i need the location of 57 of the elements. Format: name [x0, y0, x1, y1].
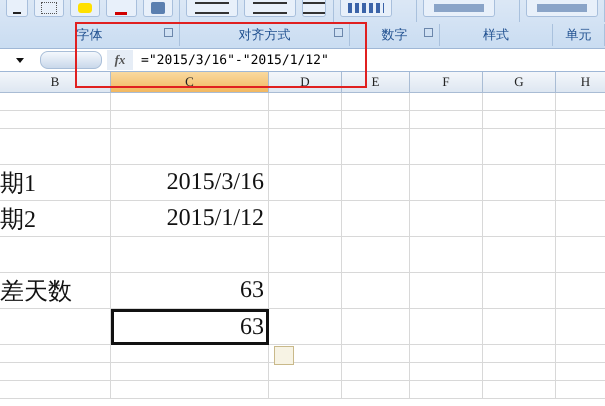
- phonetic-button[interactable]: [142, 0, 173, 17]
- table-cell: [342, 381, 410, 399]
- table-cell: [342, 201, 410, 237]
- align-icon: [195, 2, 229, 14]
- selected-cell: 63: [111, 309, 269, 345]
- phonetic-icon: [150, 2, 165, 14]
- table-cell: [342, 111, 410, 129]
- border-button[interactable]: [34, 0, 64, 17]
- column-header[interactable]: G: [483, 72, 556, 93]
- table-cell: 差天数: [0, 273, 111, 309]
- insert-function-button[interactable]: fx: [107, 50, 133, 70]
- dialog-launcher-icon[interactable]: [424, 28, 433, 37]
- group-label: 样式: [483, 26, 509, 44]
- fill-color-button[interactable]: [70, 0, 100, 17]
- group-label: 对齐方式: [238, 26, 290, 44]
- decimal-icon: [348, 3, 384, 13]
- cells-icon: [537, 4, 587, 12]
- table-cell: 期1: [0, 165, 111, 201]
- table-cell: [342, 309, 410, 345]
- cell-styles-button[interactable]: [422, 0, 495, 17]
- indent-icon: [253, 2, 287, 14]
- column-header[interactable]: D: [269, 72, 342, 93]
- decimal-buttons[interactable]: [340, 0, 392, 17]
- column-header[interactable]: C: [111, 72, 269, 93]
- table-cell: [342, 363, 410, 381]
- table-cell: 2015/3/16: [111, 165, 269, 201]
- align-buttons[interactable]: [186, 0, 238, 17]
- column-header[interactable]: H: [556, 72, 605, 93]
- table-cell: [342, 129, 410, 165]
- column-header[interactable]: E: [342, 72, 410, 93]
- group-label: 数字: [382, 26, 408, 44]
- formula-field[interactable]: ="2015/3/16"-"2015/1/12": [133, 52, 605, 68]
- table-cell: 2015/1/12: [111, 201, 269, 237]
- divider-handle[interactable]: [40, 51, 102, 69]
- caret-icon: [16, 58, 24, 62]
- merge-icon: [303, 2, 325, 14]
- table-cell: [342, 345, 410, 363]
- merge-button[interactable]: [302, 0, 326, 17]
- table-cell: [342, 273, 410, 309]
- table-cell: [342, 93, 410, 111]
- border-icon: [40, 2, 57, 14]
- font-color-button[interactable]: [106, 0, 137, 17]
- table-cell: 期2: [0, 201, 111, 237]
- table-cell: [342, 165, 410, 201]
- cells-button[interactable]: [526, 0, 598, 17]
- group-label: 字体: [76, 26, 102, 44]
- dialog-launcher-icon[interactable]: [334, 28, 343, 37]
- table-cell: 63: [111, 273, 269, 309]
- dialog-launcher-icon[interactable]: [164, 28, 173, 37]
- styles-icon: [434, 4, 484, 12]
- paint-bucket-icon: [78, 3, 92, 13]
- table-cell: [342, 237, 410, 273]
- column-header[interactable]: B: [0, 72, 111, 93]
- group-label: 单元: [566, 26, 592, 44]
- indent-buttons[interactable]: [244, 0, 296, 17]
- column-header[interactable]: F: [410, 72, 483, 93]
- underline-button[interactable]: [6, 0, 28, 17]
